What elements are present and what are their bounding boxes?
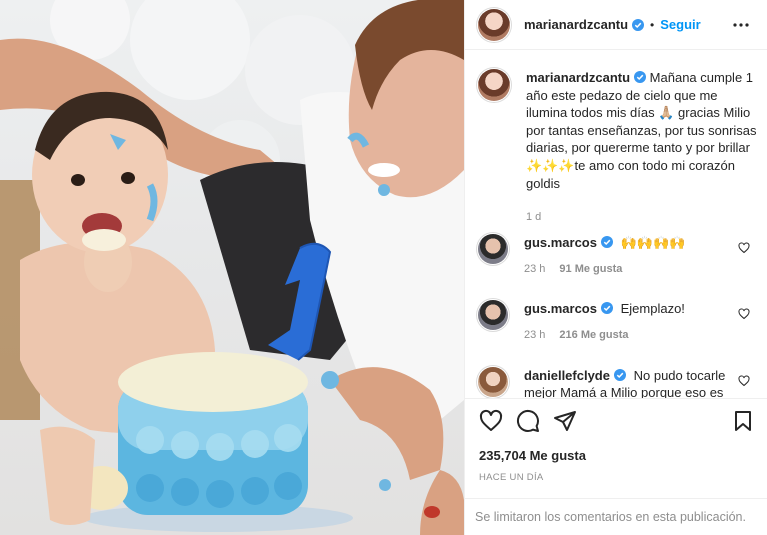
commenter-username[interactable]: gus.marcos	[524, 235, 597, 250]
separator-dot: •	[650, 17, 655, 32]
comments-list[interactable]: marianardzcantu Mañana cumple 1 año este…	[465, 51, 767, 398]
save-icon[interactable]	[731, 409, 755, 433]
commenter-username[interactable]: daniellefclyde	[524, 368, 610, 383]
verified-badge-icon	[632, 18, 645, 31]
heart-icon[interactable]	[479, 409, 503, 433]
post-actions: 235,704 Me gusta HACE UN DÍA	[465, 398, 767, 498]
comment-text: Ejemplazo!	[620, 301, 685, 316]
post-dialog: marianardzcantu • Seguir marianardzcantu…	[0, 0, 767, 535]
comment-item: gus.marcos Ejemplazo! 23 h 216 Me gusta	[478, 300, 763, 341]
comment-body: gus.marcos Ejemplazo! 23 h 216 Me gusta	[524, 300, 744, 341]
verified-badge-icon	[600, 236, 613, 248]
comment-body: daniellefclyde No pudo tocarle mejor Mam…	[524, 367, 744, 398]
commenter-avatar[interactable]	[478, 234, 508, 264]
verified-badge-icon	[613, 369, 626, 381]
verified-badge-icon	[634, 71, 647, 83]
caption-body: marianardzcantu Mañana cumple 1 año este…	[526, 69, 762, 227]
more-options-icon[interactable]	[732, 18, 750, 32]
caption-text: Mañana cumple 1 año este pedazo de cielo…	[526, 70, 757, 191]
share-icon[interactable]	[553, 409, 577, 433]
caption-username[interactable]: marianardzcantu	[526, 70, 630, 85]
comment-heart-icon[interactable]	[738, 375, 750, 387]
commenter-username[interactable]: gus.marcos	[524, 301, 597, 316]
comment-likes[interactable]: 216 Me gusta	[559, 329, 628, 341]
commenter-avatar[interactable]	[478, 300, 508, 330]
comment-icon[interactable]	[516, 409, 540, 433]
comment-time[interactable]: 23 h	[524, 263, 545, 275]
comment-body: gus.marcos 🙌🙌🙌🙌 23 h 91 Me gusta	[524, 234, 744, 275]
comments-limited-notice: Se limitaron los comentarios en esta pub…	[465, 498, 767, 535]
post-side-panel: marianardzcantu • Seguir marianardzcantu…	[464, 0, 767, 535]
author-username[interactable]: marianardzcantu	[524, 17, 628, 32]
comment-item: daniellefclyde No pudo tocarle mejor Mam…	[478, 367, 763, 398]
caption-time[interactable]: 1 d	[526, 209, 762, 227]
post-caption: marianardzcantu Mañana cumple 1 año este…	[478, 69, 763, 227]
comment-heart-icon[interactable]	[738, 242, 750, 254]
comment-item: gus.marcos 🙌🙌🙌🙌 23 h 91 Me gusta	[478, 234, 763, 275]
photo-illustration	[0, 0, 464, 535]
post-photo[interactable]	[0, 0, 464, 535]
follow-button[interactable]: Seguir	[660, 17, 700, 32]
action-icons	[479, 409, 577, 433]
verified-badge-icon	[600, 302, 613, 314]
comment-text: 🙌🙌🙌🙌	[620, 235, 686, 250]
commenter-avatar[interactable]	[478, 367, 508, 397]
author-avatar[interactable]	[478, 8, 510, 41]
post-header: marianardzcantu • Seguir	[465, 0, 767, 50]
caption-avatar[interactable]	[478, 69, 510, 101]
comment-heart-icon[interactable]	[738, 308, 750, 320]
comment-time[interactable]: 23 h	[524, 329, 545, 341]
likes-count[interactable]: 235,704 Me gusta	[479, 448, 586, 463]
post-time[interactable]: HACE UN DÍA	[479, 472, 544, 483]
comment-likes[interactable]: 91 Me gusta	[559, 263, 622, 275]
